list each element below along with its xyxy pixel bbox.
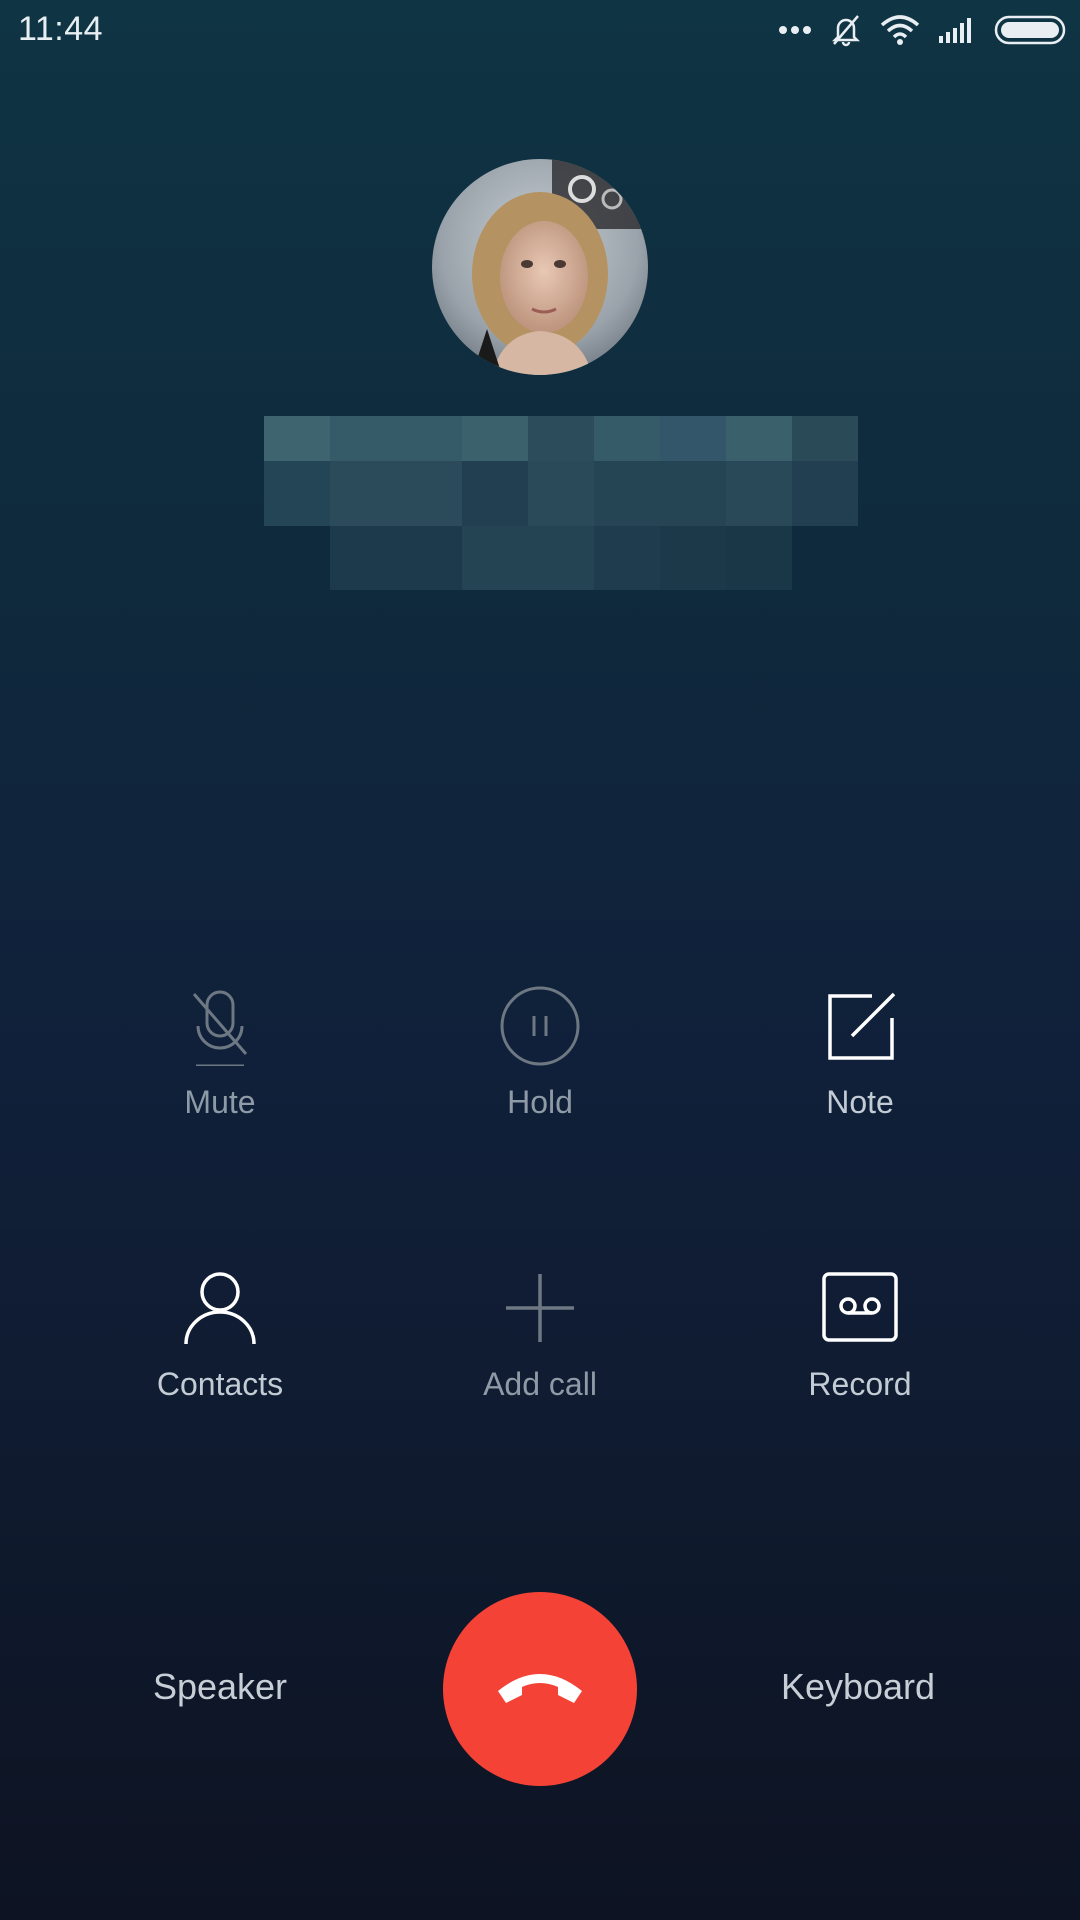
pause-circle-icon <box>500 986 580 1066</box>
mute-button[interactable]: Mute <box>100 986 340 1166</box>
end-call-button[interactable] <box>443 1592 637 1786</box>
bell-off-icon <box>830 13 862 47</box>
voicemail-tape-icon <box>820 1268 900 1348</box>
speaker-button[interactable]: Speaker <box>100 1666 340 1708</box>
more-dots-icon <box>778 25 812 35</box>
add-call-button[interactable]: Add call <box>420 1268 660 1448</box>
record-label: Record <box>808 1366 912 1402</box>
plus-icon <box>500 1268 580 1348</box>
wifi-icon <box>880 15 920 45</box>
note-label: Note <box>826 1084 894 1120</box>
person-icon <box>180 1268 260 1348</box>
add-call-label: Add call <box>483 1366 597 1402</box>
battery-icon <box>994 15 1068 45</box>
signal-icon <box>938 16 976 44</box>
hold-button[interactable]: Hold <box>420 986 660 1166</box>
contacts-label: Contacts <box>156 1366 284 1402</box>
contacts-button[interactable]: Contacts <box>100 1268 340 1448</box>
status-bar: 11:44 <box>0 0 1080 60</box>
status-time: 11:44 <box>18 10 104 48</box>
keyboard-button[interactable]: Keyboard <box>738 1666 978 1708</box>
mute-label: Mute <box>184 1084 256 1120</box>
caller-name-obscured <box>264 416 858 592</box>
note-button[interactable]: Note <box>740 986 980 1166</box>
contact-avatar <box>432 159 648 375</box>
mic-off-icon <box>180 986 260 1068</box>
record-button[interactable]: Record <box>740 1268 980 1448</box>
phone-hangup-icon <box>492 1665 588 1714</box>
status-icons <box>778 10 1068 50</box>
note-edit-icon <box>820 986 900 1066</box>
hold-label: Hold <box>507 1084 573 1120</box>
